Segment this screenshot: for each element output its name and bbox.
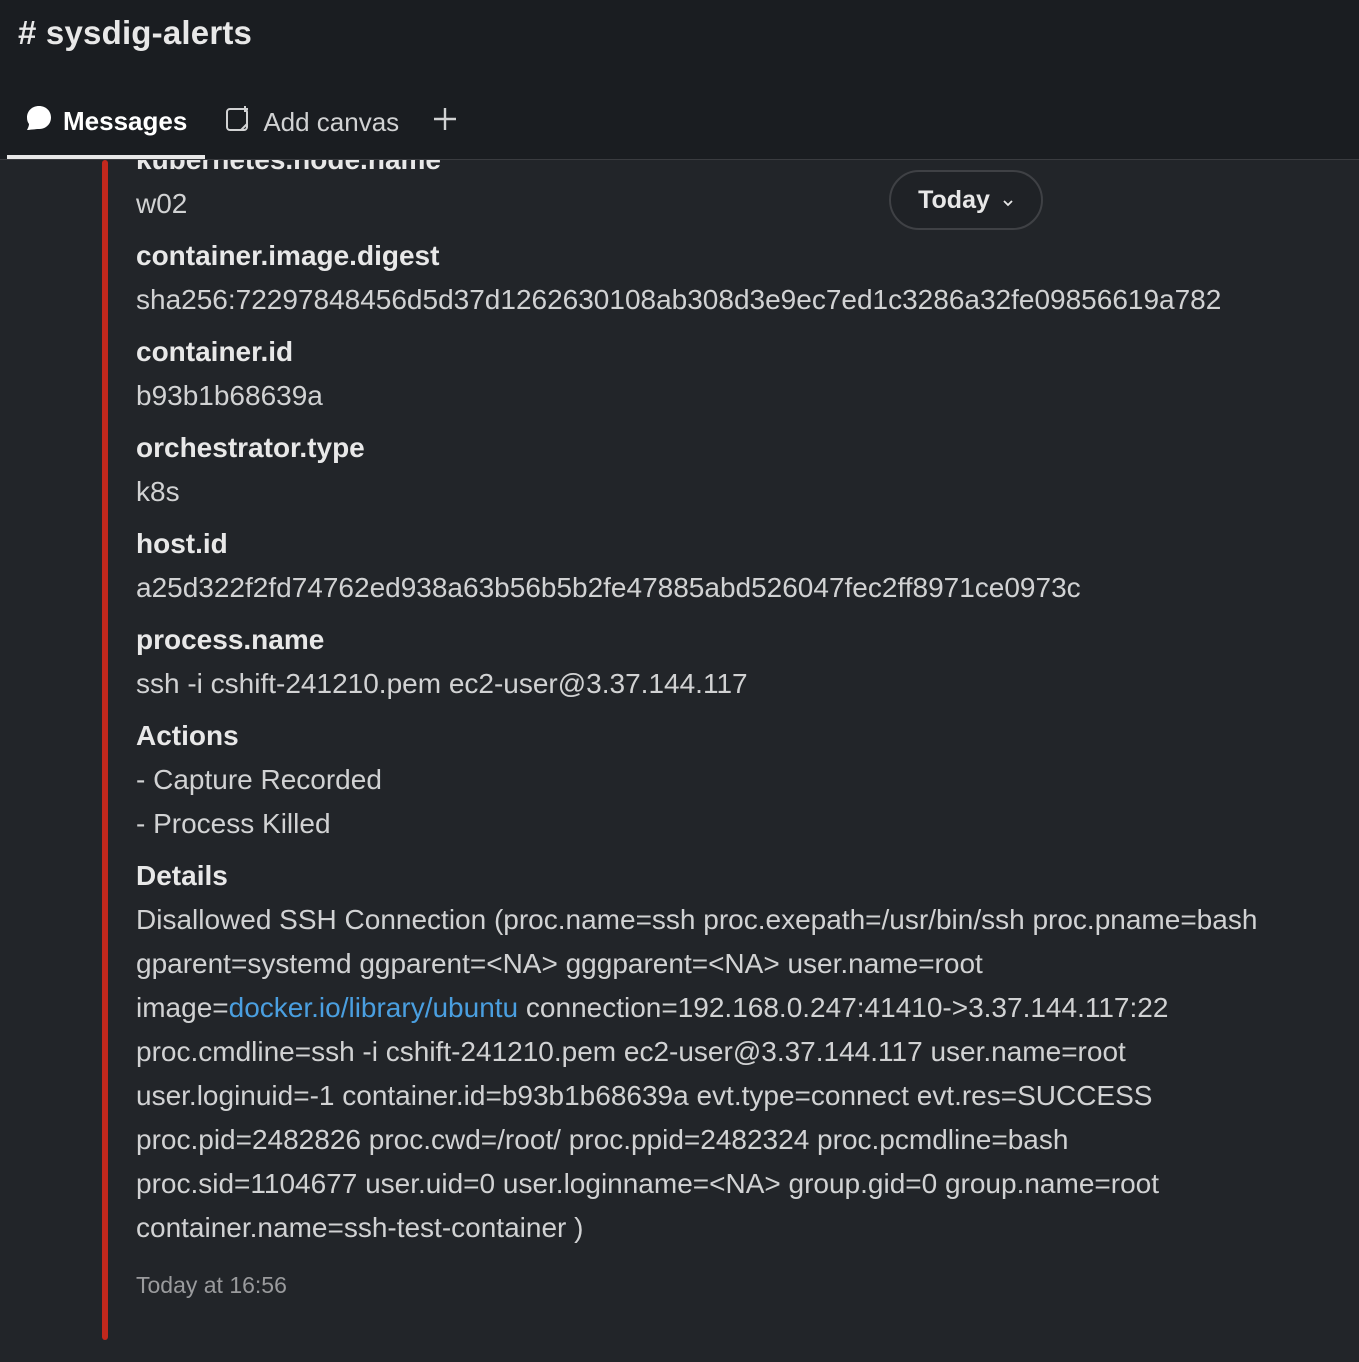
date-divider-label: Today [918, 185, 990, 214]
tab-add-canvas[interactable]: Add canvas [205, 96, 417, 148]
field-orchestrator-type: orchestrator.type k8s [136, 426, 1296, 514]
details-text-end: connection=192.168.0.247:41410->3.37.144… [136, 992, 1169, 1243]
tab-add-canvas-label: Add canvas [263, 106, 400, 137]
action-item: - Capture Recorded [136, 764, 382, 795]
field-details: Details Disallowed SSH Connection (proc.… [136, 854, 1296, 1250]
action-item: - Process Killed [136, 808, 331, 839]
field-title: Actions [136, 720, 239, 751]
channel-header: # sysdig-alerts Messages Add canvas [0, 0, 1359, 160]
canvas-icon [223, 104, 263, 141]
field-actions: Actions - Capture Recorded - Process Kil… [136, 714, 1296, 846]
message-timestamp[interactable]: Today at 16:56 [136, 1272, 1296, 1299]
field-title: kubernetes.node.name [136, 160, 1296, 182]
channel-title[interactable]: # sysdig-alerts [18, 14, 252, 52]
details-text: Disallowed SSH Connection (proc.name=ssh… [136, 898, 1296, 1250]
tab-messages[interactable]: Messages [7, 96, 206, 159]
field-host-id: host.id a25d322f2fd74762ed938a63b56b5b2f… [136, 522, 1296, 610]
field-value: ssh -i cshift-241210.pem ec2-user@3.37.1… [136, 668, 748, 699]
field-title: container.image.digest [136, 240, 440, 271]
message-scroll-area[interactable]: kubernetes.node.name w02 container.image… [0, 160, 1359, 1362]
field-process-name: process.name ssh -i cshift-241210.pem ec… [136, 618, 1296, 706]
field-value: w02 [136, 188, 188, 219]
plus-icon [431, 105, 469, 140]
field-value: k8s [136, 476, 180, 507]
field-title: container.id [136, 336, 294, 367]
date-divider-button[interactable]: Today [889, 170, 1043, 230]
field-container-id: container.id b93b1b68639a [136, 330, 1296, 418]
field-title: host.id [136, 528, 228, 559]
docker-image-link[interactable]: docker.io/library/ubuntu [229, 992, 519, 1023]
attachment-accent-bar [102, 160, 108, 1340]
tab-messages-label: Messages [63, 106, 188, 136]
add-tab-button[interactable] [417, 96, 483, 148]
attachment-fields: kubernetes.node.name w02 container.image… [136, 160, 1296, 1299]
field-title: process.name [136, 624, 325, 655]
channel-tabs: Messages Add canvas [7, 96, 483, 159]
field-value: b93b1b68639a [136, 380, 323, 411]
field-title: Details [136, 860, 228, 891]
chevron-down-icon [990, 186, 1014, 215]
field-container-image-digest: container.image.digest sha256:7229784845… [136, 234, 1296, 322]
field-title: orchestrator.type [136, 432, 365, 463]
field-value: sha256:72297848456d5d37d1262630108ab308d… [136, 284, 1222, 315]
field-kubernetes-node-name: kubernetes.node.name w02 [136, 160, 1296, 226]
message-bubble-icon [25, 104, 63, 139]
field-value: a25d322f2fd74762ed938a63b56b5b2fe47885ab… [136, 572, 1081, 603]
